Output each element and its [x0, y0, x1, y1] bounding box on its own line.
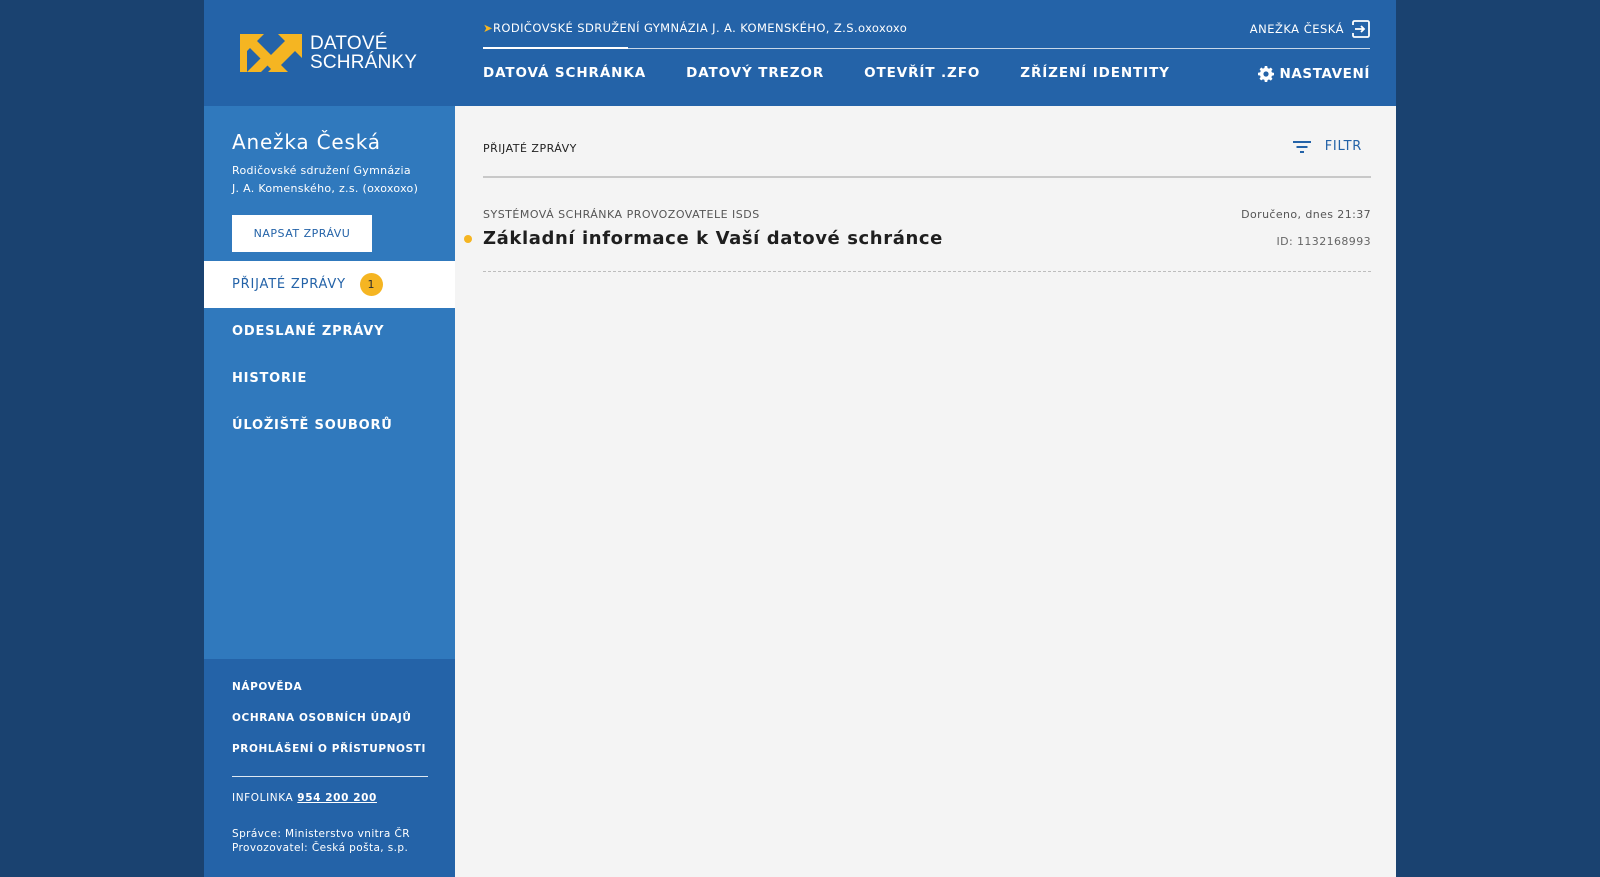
sidebar-item-label: ODESLANÉ ZPRÁVY: [232, 324, 385, 339]
sidebar-item-history[interactable]: HISTORIE: [204, 355, 455, 402]
message-divider: [483, 271, 1371, 272]
help-link[interactable]: NÁPOVĚDA: [232, 681, 302, 693]
main-navigation: DATOVÁ SCHRÁNKA DATOVÝ TREZOR OTEVŘÍT .Z…: [483, 65, 1210, 81]
privacy-link[interactable]: OCHRANA OSOBNÍCH ÚDAJŮ: [232, 712, 411, 724]
sidebar-item-sent[interactable]: ODESLANÉ ZPRÁVY: [204, 308, 455, 355]
settings-link[interactable]: NASTAVENÍ: [1258, 66, 1370, 82]
logout-icon: [1352, 20, 1370, 38]
app-frame: DATOVÉ SCHRÁNKY ➤RODIČOVSKÉ SDRUŽENÍ GYM…: [204, 0, 1396, 877]
org-arrow-icon: ➤: [483, 21, 494, 35]
unread-count-badge: 1: [359, 273, 383, 296]
sidebar-item-received[interactable]: PŘIJATÉ ZPRÁVY 1: [204, 261, 455, 308]
sidebar: Anežka Česká Rodičovské sdružení Gymnázi…: [204, 106, 455, 877]
sidebar-nav: PŘIJATÉ ZPRÁVY 1 ODESLANÉ ZPRÁVY HISTORI…: [204, 261, 455, 449]
user-logout-link[interactable]: ANEŽKA ČESKÁ: [1250, 20, 1370, 38]
unread-dot-icon: [464, 235, 472, 243]
filter-button[interactable]: FILTR: [1292, 139, 1362, 154]
header-divider: [483, 48, 1370, 49]
gear-icon: [1258, 66, 1275, 82]
main-content: PŘIJATÉ ZPRÁVY FILTR SYSTÉMOVÁ SCHRÁNKA …: [455, 106, 1396, 877]
filter-label: FILTR: [1324, 139, 1362, 154]
footer-divider: [232, 776, 428, 777]
footer-credits: Správce: Ministerstvo vnitra ČR Provozov…: [232, 827, 410, 855]
nav-datova-schranka[interactable]: DATOVÁ SCHRÁNKA: [483, 65, 646, 81]
sidebar-org-line1: Rodičovské sdružení Gymnázia: [232, 164, 411, 177]
logo-line2: SCHRÁNKY: [310, 52, 418, 73]
credit-operator: Provozovatel: Česká pošta, s.p.: [232, 842, 409, 854]
org-name: RODIČOVSKÉ SDRUŽENÍ GYMNÁZIA J. A. KOMEN…: [493, 21, 908, 35]
infolinka-label: INFOLINKA: [232, 792, 294, 804]
sidebar-item-label: HISTORIE: [232, 371, 308, 386]
settings-label: NASTAVENÍ: [1279, 66, 1370, 82]
sidebar-item-file-storage[interactable]: ÚLOŽIŠTĚ SOUBORŮ: [204, 402, 455, 449]
infolinka: INFOLINKA 954 200 200: [232, 792, 377, 804]
top-header: DATOVÉ SCHRÁNKY ➤RODIČOVSKÉ SDRUŽENÍ GYM…: [204, 0, 1396, 106]
nav-datovy-trezor[interactable]: DATOVÝ TREZOR: [686, 65, 824, 81]
header-user-name: ANEŽKA ČESKÁ: [1249, 22, 1344, 36]
infolinka-phone-link[interactable]: 954 200 200: [297, 792, 377, 804]
sidebar-footer: NÁPOVĚDA OCHRANA OSOBNÍCH ÚDAJŮ PROHLÁŠE…: [204, 659, 455, 877]
write-message-button[interactable]: NAPSAT ZPRÁVU: [232, 215, 372, 252]
logo-line1: DATOVÉ: [310, 33, 388, 54]
page-title: PŘIJATÉ ZPRÁVY: [483, 142, 577, 155]
sidebar-user-name: Anežka Česká: [232, 130, 381, 154]
message-subject[interactable]: Základní informace k Vaší datové schránc…: [483, 228, 943, 249]
filter-icon: [1292, 140, 1311, 153]
logo-arrows-icon: [240, 34, 302, 72]
sidebar-org-line2: J. A. Komenského, z.s. (oxoxoxo): [232, 181, 419, 195]
nav-zrizeni-identity[interactable]: ZŘÍZENÍ IDENTITY: [1020, 65, 1170, 81]
message-date: Doručeno, dnes 21:37: [1241, 208, 1371, 221]
current-org-selector[interactable]: ➤RODIČOVSKÉ SDRUŽENÍ GYMNÁZIA J. A. KOME…: [483, 21, 907, 35]
accessibility-link[interactable]: PROHLÁŠENÍ O PŘÍSTUPNOSTI: [232, 743, 426, 755]
credit-admin: Správce: Ministerstvo vnitra ČR: [232, 828, 410, 840]
sidebar-item-label: ÚLOŽIŠTĚ SOUBORŮ: [232, 418, 393, 433]
datove-schranky-logo[interactable]: DATOVÉ SCHRÁNKY: [240, 33, 420, 73]
message-id: ID: 1132168993: [1276, 235, 1371, 248]
sidebar-user-org: Rodičovské sdružení Gymnázia J. A. Komen…: [232, 162, 447, 197]
message-sender: SYSTÉMOVÁ SCHRÁNKA PROVOZOVATELE ISDS: [483, 208, 760, 221]
nav-otevrit-zfo[interactable]: OTEVŘÍT .ZFO: [864, 65, 980, 81]
message-row[interactable]: SYSTÉMOVÁ SCHRÁNKA PROVOZOVATELE ISDS Zá…: [455, 178, 1396, 272]
sidebar-item-label: PŘIJATÉ ZPRÁVY: [232, 277, 346, 292]
logo-text: DATOVÉ SCHRÁNKY: [310, 34, 417, 72]
